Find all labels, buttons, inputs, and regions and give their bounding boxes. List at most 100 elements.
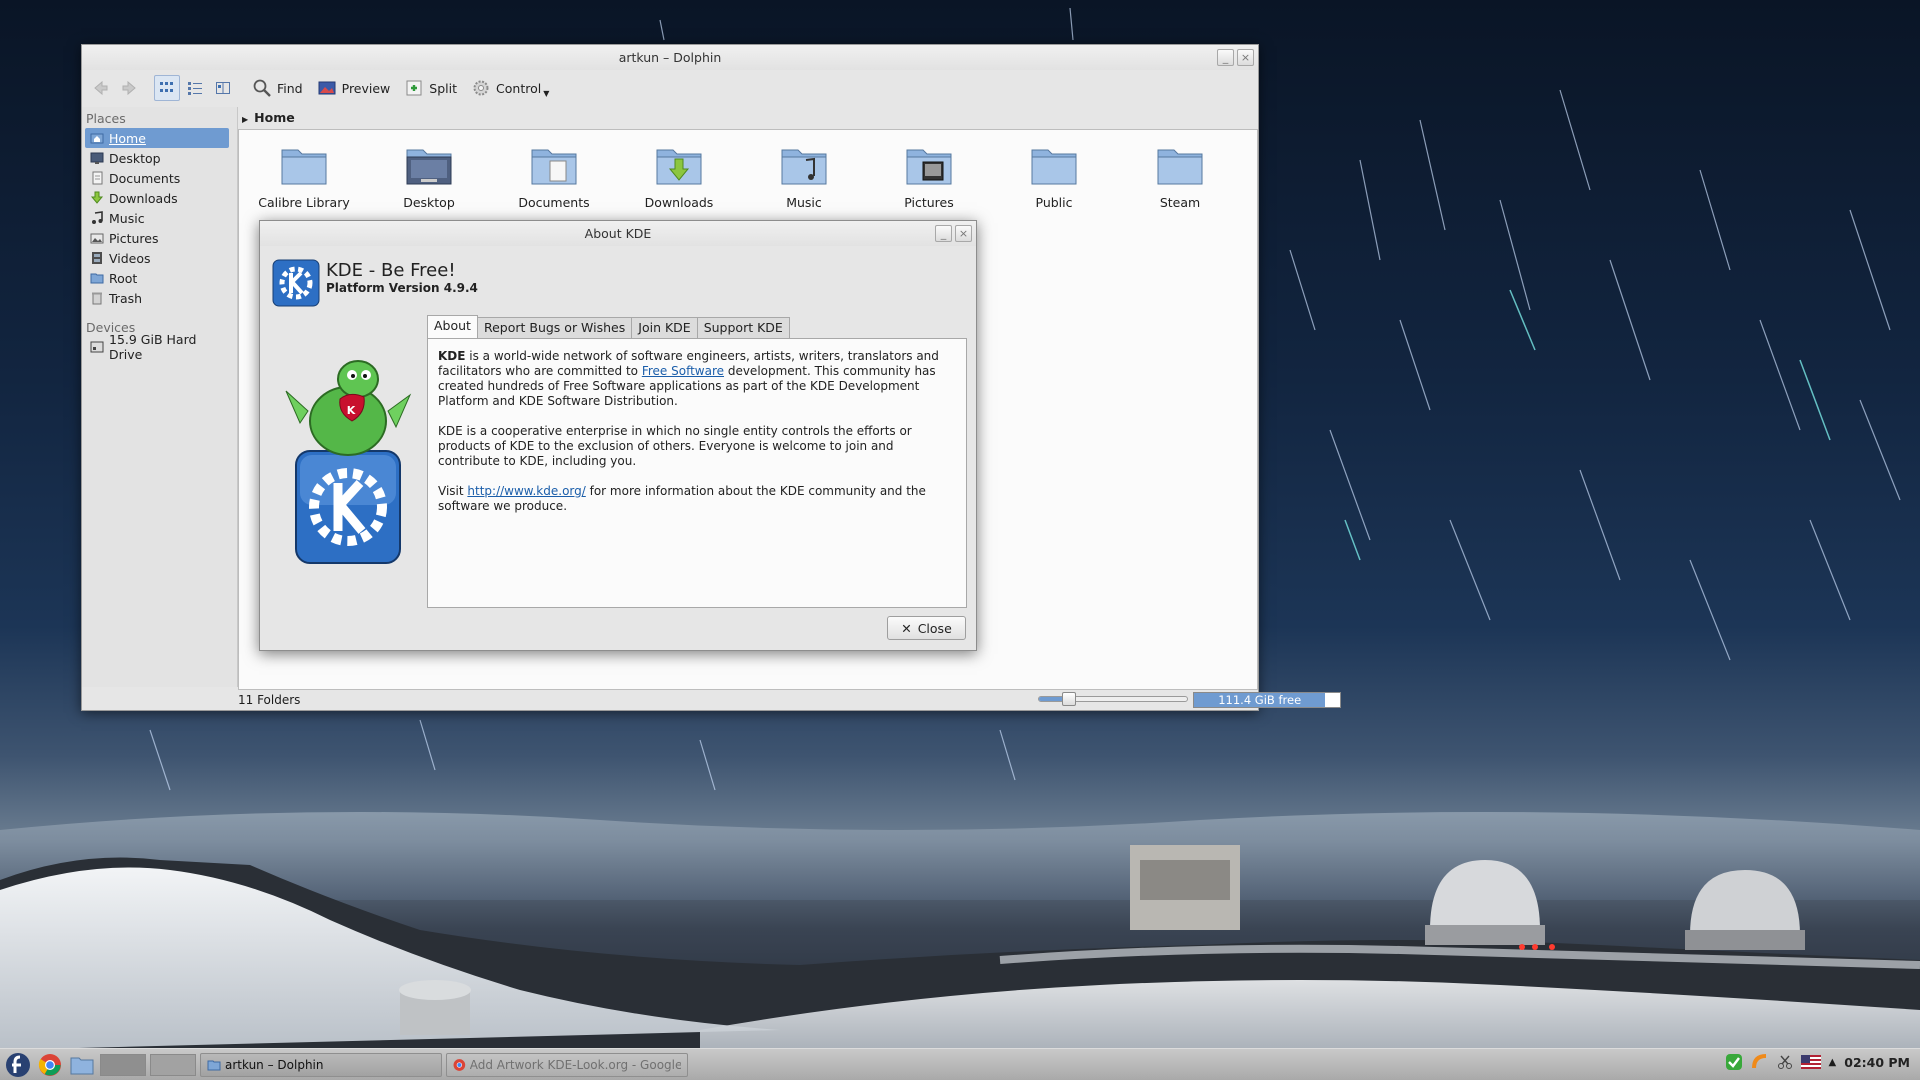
dialog-title: About KDE <box>584 226 652 241</box>
trash-icon <box>92 292 102 305</box>
us-flag-keyboard-icon[interactable] <box>1800 1055 1821 1069</box>
file-item[interactable]: Downloads <box>624 144 734 210</box>
window-title: artkun – Dolphin <box>618 50 722 65</box>
places-item-downloads[interactable]: Downloads <box>85 188 229 208</box>
close-icon: ✕ <box>901 620 912 636</box>
dialog-close-button[interactable]: × <box>955 225 972 242</box>
places-item-root[interactable]: Root <box>85 268 229 288</box>
svg-text:K: K <box>347 404 356 417</box>
file-name: Public <box>1035 195 1073 210</box>
split-button[interactable]: Split <box>398 75 463 101</box>
file-item[interactable]: Pictures <box>874 144 984 210</box>
places-item-desktop[interactable]: Desktop <box>85 148 229 168</box>
updates-ok-icon[interactable] <box>1725 1053 1743 1071</box>
scissors-icon[interactable] <box>1777 1054 1793 1070</box>
task-chrome[interactable]: Add Artwork KDE-Look.org - Google Ch <box>446 1052 688 1077</box>
file-name: Desktop <box>403 195 455 210</box>
about-text: Visit <box>438 484 468 498</box>
details-view-button[interactable] <box>182 75 208 101</box>
file-item[interactable]: Desktop <box>374 144 484 210</box>
back-button[interactable] <box>86 75 114 101</box>
split-label: Split <box>429 80 458 96</box>
folder-desktop-icon <box>406 149 452 185</box>
places-item-label: Documents <box>109 170 181 186</box>
control-menu-button[interactable]: Control ▼ <box>465 75 555 101</box>
file-item[interactable]: Music <box>749 144 859 210</box>
icons-view-button[interactable] <box>154 75 180 101</box>
close-button[interactable]: ✕ Close <box>887 616 966 640</box>
places-item-videos[interactable]: Videos <box>85 248 229 268</box>
kde-logo-icon <box>272 259 320 307</box>
places-item-home[interactable]: Home <box>85 128 229 148</box>
videos-icon <box>92 252 102 264</box>
places-item-label: Pictures <box>109 230 159 246</box>
folder-pictures-icon <box>906 149 952 185</box>
hard-drive-icon <box>90 341 104 353</box>
places-item-trash[interactable]: Trash <box>85 288 229 308</box>
dialog-titlebar[interactable]: About KDE _ × <box>260 221 976 246</box>
tab-join-kde[interactable]: Join KDE <box>631 317 698 338</box>
back-arrow-icon <box>94 80 108 96</box>
breadcrumb-current[interactable]: Home <box>254 110 295 125</box>
find-button[interactable]: Find <box>246 75 309 101</box>
close-window-button[interactable]: × <box>1237 49 1254 66</box>
zoom-slider[interactable] <box>1038 692 1188 706</box>
file-item[interactable]: Steam <box>1125 144 1235 210</box>
folder-icon <box>281 149 327 185</box>
close-button-label: Close <box>917 620 952 636</box>
file-item[interactable]: Calibre Library <box>249 144 359 210</box>
desktop-icon <box>90 152 104 164</box>
free-software-link[interactable]: Free Software <box>642 364 724 378</box>
details-view-icon <box>188 82 202 95</box>
columns-view-button[interactable] <box>210 75 236 101</box>
file-name: Music <box>786 195 822 210</box>
places-item-label: Downloads <box>109 190 178 206</box>
task-dolphin[interactable]: artkun – Dolphin <box>200 1052 442 1077</box>
places-item-label: Trash <box>109 290 143 306</box>
file-item[interactable]: Public <box>999 144 1109 210</box>
tab-support-kde[interactable]: Support KDE <box>696 317 790 338</box>
app-launcher-button[interactable] <box>4 1051 32 1079</box>
free-space-indicator[interactable]: 111.4 GiB free <box>1193 692 1341 708</box>
split-view-icon <box>406 80 422 96</box>
kde-website-link[interactable]: http://www.kde.org/ <box>467 484 585 498</box>
konqi-mascot-image: K <box>285 360 412 564</box>
clock[interactable]: 02:40 PM <box>1844 1055 1910 1070</box>
places-item-pictures[interactable]: Pictures <box>85 228 229 248</box>
about-paragraph-1: KDE is a world-wide network of software … <box>438 349 956 409</box>
tray-expand-icon[interactable]: ▲ <box>1829 1057 1837 1068</box>
file-item[interactable]: Documents <box>499 144 609 210</box>
dolphin-launcher[interactable] <box>68 1051 96 1079</box>
tab-report-bugs[interactable]: Report Bugs or Wishes <box>476 317 633 338</box>
places-panel: Places Home Desktop Documents Downloads … <box>82 107 238 687</box>
places-item-label: 15.9 GiB Hard Drive <box>109 332 197 362</box>
platform-version: Platform Version 4.9.4 <box>326 281 478 295</box>
devices-item-hard-drive[interactable]: 15.9 GiB Hard Drive <box>85 332 229 362</box>
dialog-minimize-button[interactable]: _ <box>935 225 952 242</box>
columns-view-icon <box>216 82 230 94</box>
minimize-button[interactable]: _ <box>1217 49 1234 66</box>
window-titlebar[interactable]: artkun – Dolphin _ × <box>82 45 1258 70</box>
chrome-launcher[interactable] <box>36 1051 64 1079</box>
breadcrumb[interactable]: ▶ Home <box>242 107 295 129</box>
folder-downloads-icon <box>656 149 702 185</box>
file-name: Documents <box>518 195 590 210</box>
file-name: Downloads <box>644 195 714 210</box>
zoom-slider-handle[interactable] <box>1062 692 1076 706</box>
forward-button[interactable] <box>116 75 144 101</box>
desktop-pager-1[interactable] <box>100 1053 146 1076</box>
preview-button[interactable]: Preview <box>311 75 397 101</box>
forward-arrow-icon <box>122 80 136 96</box>
home-folder-icon <box>90 133 104 144</box>
preview-icon <box>318 81 336 95</box>
folder-music-icon <box>781 149 827 185</box>
places-item-documents[interactable]: Documents <box>85 168 229 188</box>
places-item-label: Root <box>109 270 138 286</box>
places-item-music[interactable]: Music <box>85 208 229 228</box>
clipboard-icon[interactable] <box>1751 1053 1769 1071</box>
task-label: Add Artwork KDE-Look.org - Google Ch <box>469 1057 681 1072</box>
tab-about[interactable]: About <box>427 315 478 338</box>
folder-documents-icon <box>531 149 577 185</box>
desktop-pager-2[interactable] <box>150 1053 196 1076</box>
dolphin-task-icon <box>207 1060 221 1070</box>
